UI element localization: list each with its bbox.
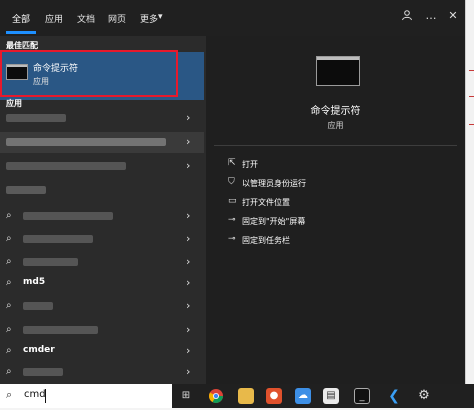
search-box[interactable]: ⌕ cmd <box>0 384 172 408</box>
redacted-text <box>6 114 66 122</box>
command-prompt-taskbar-icon[interactable]: _ <box>354 388 370 404</box>
list-item[interactable]: › <box>0 156 204 177</box>
chevron-right-icon[interactable]: › <box>186 299 190 312</box>
redacted-text <box>6 162 126 170</box>
chevron-down-icon[interactable]: ▾ <box>158 12 163 22</box>
preview-pane: 命令提示符 应用 ⇱ 打开 ⛉ 以管理员身份运行 ▭ 打开文件位置 ⊸ 固定到"… <box>206 36 465 384</box>
search-icon: ⌕ <box>6 210 12 221</box>
web-result-cmder[interactable]: ⌕ cmder › <box>0 341 204 362</box>
pin-icon: ⊸ <box>228 234 236 244</box>
command-prompt-icon <box>316 56 360 86</box>
search-icon: ⌕ <box>6 345 12 356</box>
highlight-box <box>0 50 178 97</box>
results-list: 最佳匹配 命令提示符 应用 应用 › › › ⌕ › ⌕ › ⌕ › ⌕ md5… <box>0 36 204 384</box>
preview-subtitle: 应用 <box>327 121 344 130</box>
list-item[interactable]: ⌕ › <box>0 296 204 317</box>
action-label: 打开 <box>242 160 258 169</box>
redacted-text <box>23 258 78 266</box>
list-item[interactable]: ⌕ › <box>0 362 204 383</box>
action-label: 固定到"开始"屏幕 <box>242 217 306 226</box>
search-icon: ⌕ <box>6 366 12 377</box>
chevron-right-icon[interactable]: › <box>186 365 190 378</box>
chevron-right-icon[interactable]: › <box>186 135 190 148</box>
list-item[interactable]: ⌕ › <box>0 320 204 341</box>
task-view-icon[interactable]: ⊞ <box>178 388 194 404</box>
more-options-icon[interactable]: … <box>424 9 438 23</box>
text-cursor <box>45 389 46 403</box>
tab-web[interactable]: 网页 <box>108 12 126 25</box>
app-icon[interactable]: ● <box>266 388 282 404</box>
shield-icon: ⛉ <box>228 177 235 187</box>
divider <box>214 145 457 146</box>
list-item[interactable]: › <box>0 132 204 153</box>
tab-documents[interactable]: 文档 <box>77 12 95 25</box>
redacted-text <box>23 368 63 376</box>
chevron-right-icon[interactable]: › <box>186 159 190 172</box>
redacted-section-header <box>6 186 46 194</box>
tab-more[interactable]: 更多 <box>140 12 158 25</box>
open-icon: ⇱ <box>228 158 236 168</box>
vscode-icon[interactable]: ❮ <box>386 388 402 404</box>
tab-apps[interactable]: 应用 <box>45 12 63 25</box>
action-label: 固定到任务栏 <box>242 236 290 245</box>
redacted-text <box>23 235 93 243</box>
settings-gear-icon[interactable]: ⚙ <box>416 388 432 404</box>
list-item[interactable]: ⌕ › <box>0 229 204 250</box>
user-icon[interactable] <box>400 9 414 23</box>
redacted-text <box>6 138 166 146</box>
action-label: 打开文件位置 <box>242 198 290 207</box>
search-icon: ⌕ <box>6 233 12 244</box>
action-label: 以管理员身份运行 <box>242 179 306 188</box>
web-result-label: cmder <box>23 345 55 355</box>
web-result-label: md5 <box>23 277 46 287</box>
search-icon: ⌕ <box>6 324 12 335</box>
redacted-text <box>23 326 98 334</box>
search-input[interactable]: cmd <box>24 389 46 400</box>
chrome-icon[interactable] <box>208 388 224 404</box>
chevron-right-icon[interactable]: › <box>186 232 190 245</box>
tab-all[interactable]: 全部 <box>12 12 30 25</box>
close-icon[interactable]: ✕ <box>446 9 460 23</box>
list-item[interactable]: ⌕ › <box>0 252 204 273</box>
redacted-text <box>23 212 113 220</box>
search-tabs: 全部 应用 文档 网页 更多 ▾ … ✕ <box>0 0 465 36</box>
red-mark <box>469 96 474 97</box>
file-explorer-icon[interactable] <box>238 388 254 404</box>
search-icon: ⌕ <box>6 300 12 311</box>
red-mark <box>469 70 474 71</box>
search-icon: ⌕ <box>6 277 12 288</box>
chevron-right-icon[interactable]: › <box>186 344 190 357</box>
chevron-right-icon[interactable]: › <box>186 276 190 289</box>
app-icon[interactable]: ▤ <box>323 388 339 404</box>
preview-title: 命令提示符 <box>310 106 361 117</box>
list-item[interactable]: ⌕ › <box>0 206 204 227</box>
background-window-edge <box>465 0 474 384</box>
app-icon[interactable]: ☁ <box>295 388 311 404</box>
pin-icon: ⊸ <box>228 215 236 225</box>
chevron-right-icon[interactable]: › <box>186 255 190 268</box>
folder-icon: ▭ <box>228 196 237 206</box>
chevron-right-icon[interactable]: › <box>186 111 190 124</box>
redacted-text <box>23 302 53 310</box>
active-tab-indicator <box>6 31 36 34</box>
web-result-md5[interactable]: ⌕ md5 › <box>0 273 204 294</box>
list-item[interactable]: › <box>0 108 204 129</box>
chevron-right-icon[interactable]: › <box>186 209 190 222</box>
search-icon: ⌕ <box>6 388 13 401</box>
red-mark <box>469 124 474 125</box>
search-icon: ⌕ <box>6 256 12 267</box>
chevron-right-icon[interactable]: › <box>186 323 190 336</box>
